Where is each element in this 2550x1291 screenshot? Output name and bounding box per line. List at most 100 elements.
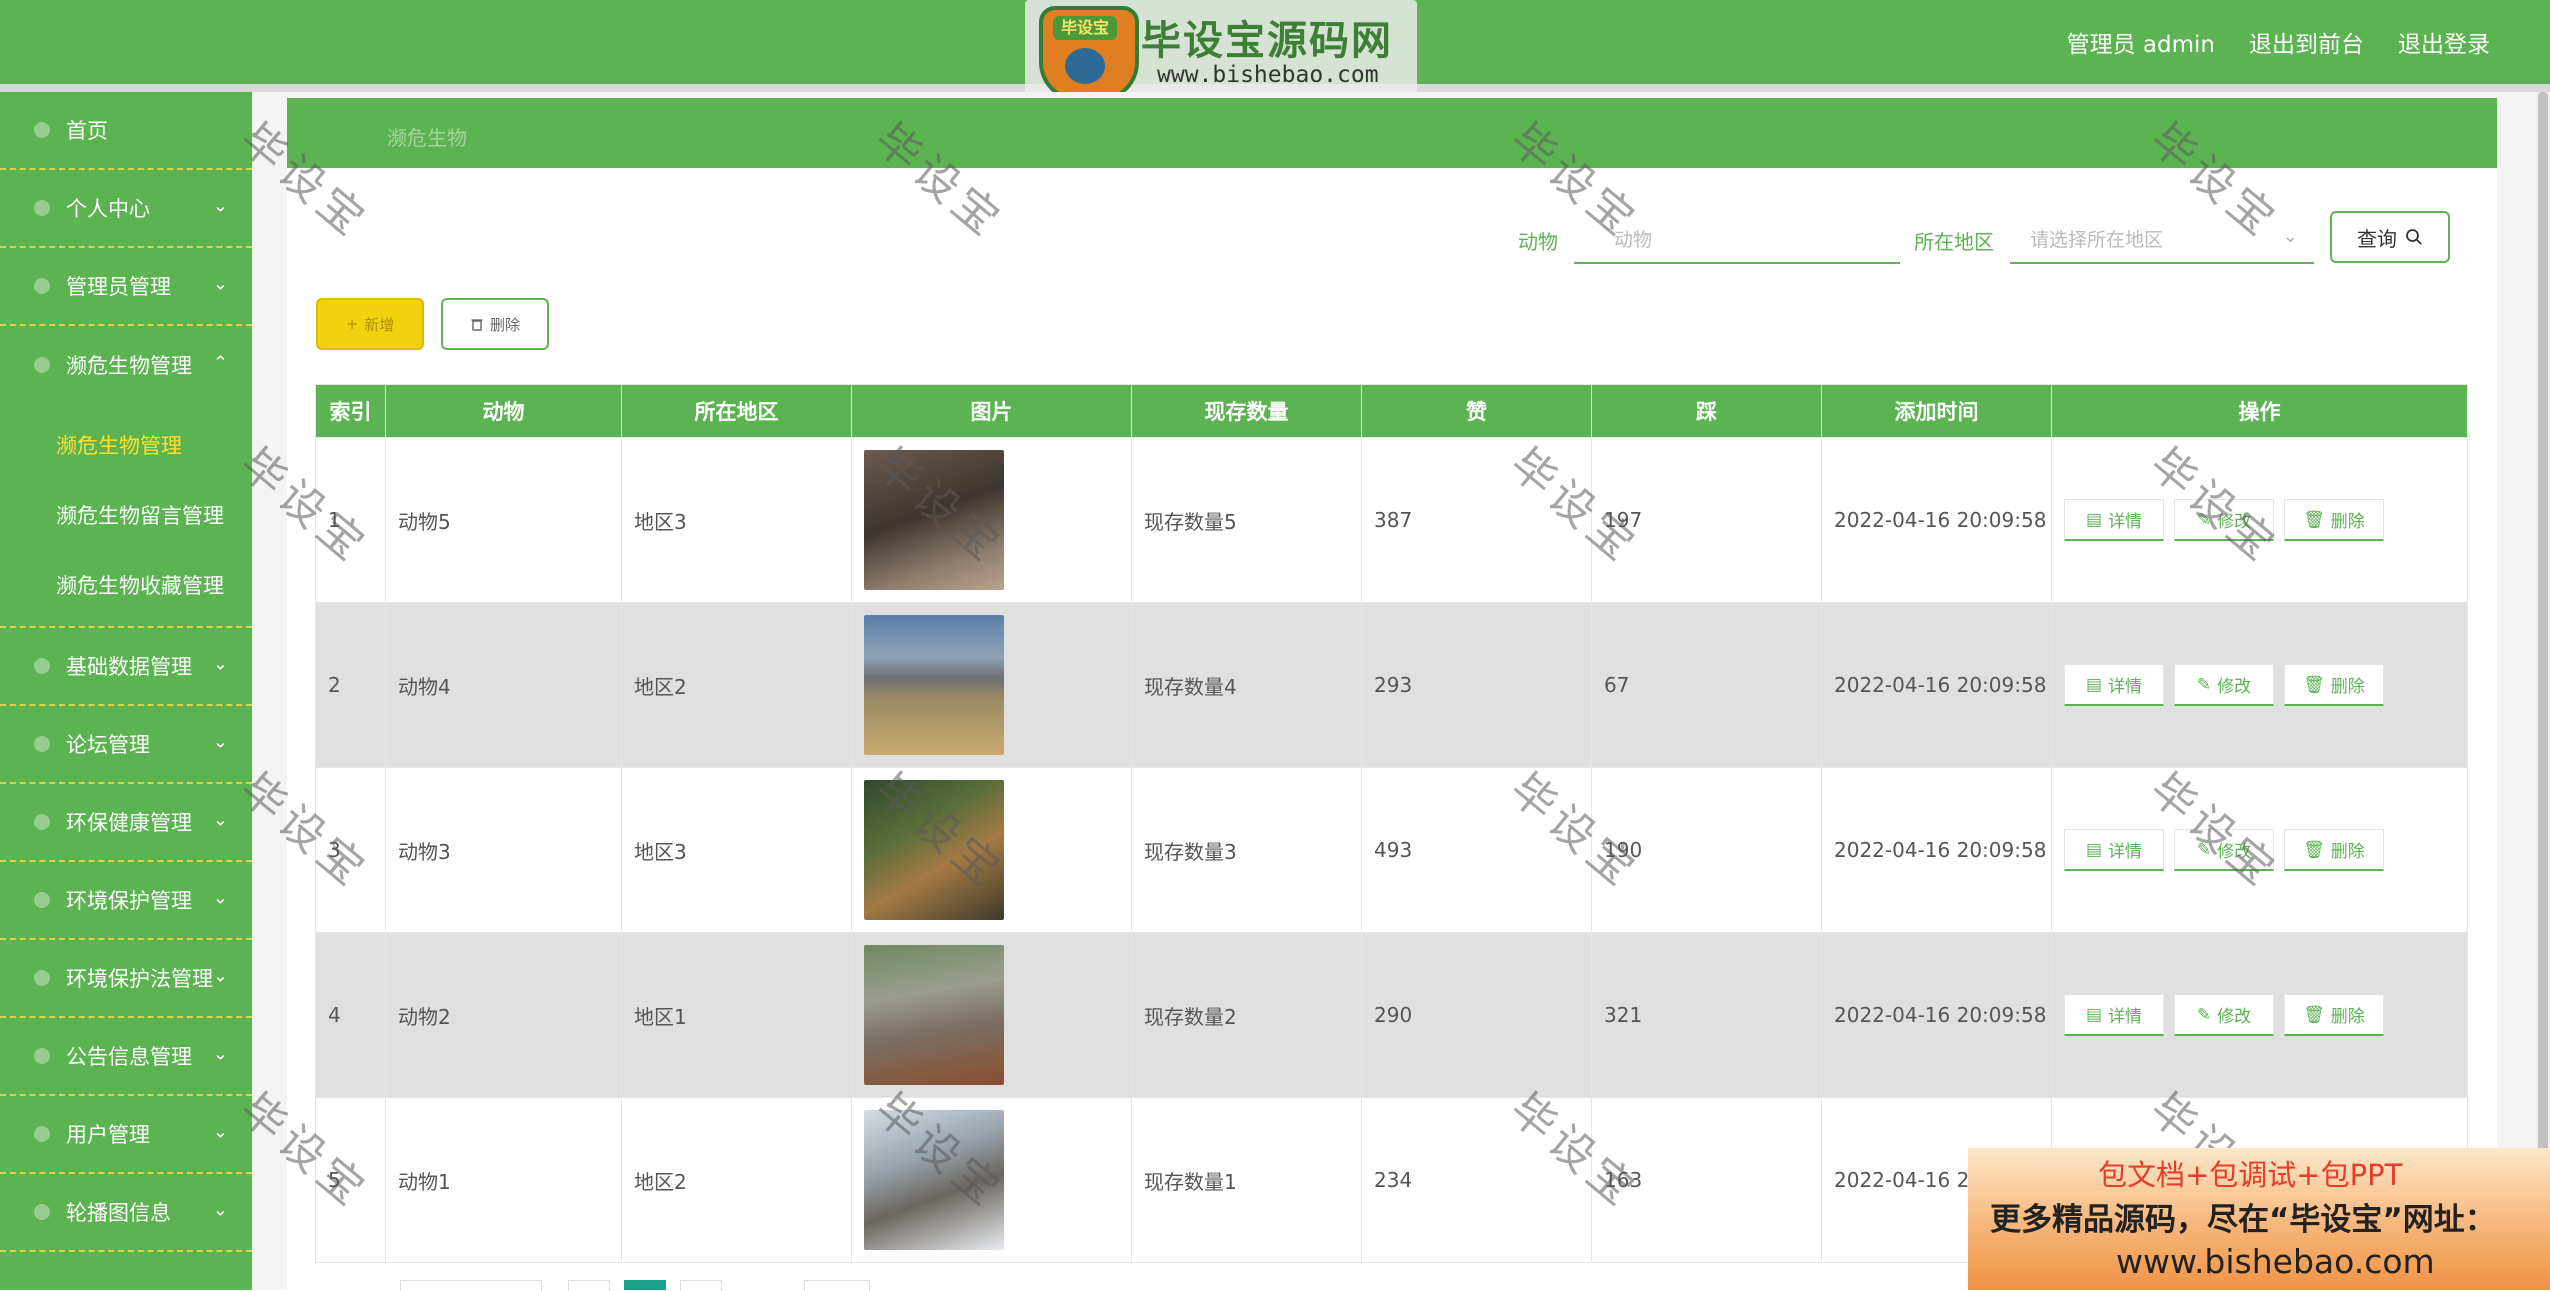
chevron-down-icon: ⌄: [212, 887, 228, 909]
pencil-icon: ✎: [2196, 1004, 2212, 1025]
animal-photo[interactable]: [864, 1110, 1004, 1250]
row-count: 现存数量3: [1131, 767, 1362, 933]
chevron-up-icon: ⌃: [212, 352, 228, 374]
sidebar-item-label: 管理员管理: [66, 275, 171, 299]
promo-line-1: 包文档+包调试+包PPT: [2098, 1158, 2403, 1192]
column-header: 动物: [385, 384, 622, 438]
health-icon: [34, 814, 50, 830]
sidebar-item-env-law[interactable]: 环境保护法管理 ⌄: [0, 940, 252, 1018]
detail-label: 详情: [2108, 512, 2143, 532]
query-button[interactable]: 查询: [2330, 211, 2450, 263]
delete-label: 删除: [2330, 677, 2365, 697]
breadcrumb-current: 濒危生物: [387, 126, 467, 150]
add-button[interactable]: + 新增: [316, 298, 424, 350]
user-icon: [34, 200, 50, 216]
detail-button[interactable]: ▤详情: [2064, 499, 2164, 541]
animal-photo[interactable]: [864, 945, 1004, 1085]
submenu-endangered: 濒危生物管理 濒危生物留言管理 濒危生物收藏管理: [0, 404, 252, 628]
sidebar-item-eco-health[interactable]: 环保健康管理 ⌄: [0, 784, 252, 862]
search-icon: [2406, 229, 2422, 245]
submenu-item-endangered[interactable]: 濒危生物管理: [0, 410, 252, 480]
next-page-button[interactable]: [680, 1280, 722, 1291]
logout-link[interactable]: 退出登录: [2398, 25, 2490, 59]
edit-button[interactable]: ✎修改: [2174, 664, 2274, 706]
scrollbar-thumb[interactable]: [2538, 92, 2548, 1282]
sidebar-item-users[interactable]: 用户管理 ⌄: [0, 1096, 252, 1174]
animal-photo[interactable]: [864, 450, 1004, 590]
sidebar-item-carousel[interactable]: 轮播图信息 ⌄: [0, 1174, 252, 1252]
batch-delete-label: 删除: [489, 315, 520, 334]
column-header: 图片: [851, 384, 1132, 438]
row-region: 地区1: [621, 932, 852, 1098]
row-likes: 234: [1361, 1097, 1592, 1263]
detail-button[interactable]: ▤详情: [2064, 994, 2164, 1036]
exit-to-front-link[interactable]: 退出到前台: [2249, 25, 2364, 59]
delete-button[interactable]: 🗑删除: [2284, 829, 2384, 871]
sidebar-item-home[interactable]: 首页: [0, 92, 252, 170]
detail-button[interactable]: ▤详情: [2064, 829, 2164, 871]
column-header: 现存数量: [1131, 384, 1362, 438]
edit-label: 修改: [2217, 677, 2252, 697]
carousel-icon: [34, 1204, 50, 1220]
query-button-label: 查询: [2357, 226, 2397, 251]
document-icon: ▤: [2085, 839, 2103, 860]
region-select[interactable]: 请选择所在地区 ⌄: [2010, 214, 2314, 264]
detail-button[interactable]: ▤详情: [2064, 664, 2164, 706]
row-index: 2: [315, 602, 386, 768]
table-row: 1 动物5 地区3 现存数量5 387 197 2022-04-16 20:09…: [315, 437, 2468, 603]
sidebar-item-personal-center[interactable]: 个人中心 ⌄: [0, 170, 252, 248]
row-dislikes: 163: [1591, 1097, 1822, 1263]
row-time: 2022-04-16 20:09:58: [1821, 602, 2052, 768]
edit-button[interactable]: ✎修改: [2174, 829, 2274, 871]
row-image-cell: [851, 932, 1132, 1098]
plus-icon: +: [345, 315, 359, 333]
row-count: 现存数量2: [1131, 932, 1362, 1098]
row-region: 地区2: [621, 1097, 852, 1263]
delete-button[interactable]: 🗑删除: [2284, 664, 2384, 706]
row-ops: ▤详情 ✎修改 🗑删除: [2051, 767, 2468, 933]
animal-photo[interactable]: [864, 780, 1004, 920]
sidebar-item-label: 环保健康管理: [66, 811, 192, 835]
sidebar-item-admin-manage[interactable]: 管理员管理 ⌄: [0, 248, 252, 326]
animal-search-label: 动物: [1518, 230, 1558, 254]
promo-banner[interactable]: 包文档+包调试+包PPT 更多精品源码，尽在“毕设宝”网址： www.bishe…: [1968, 1148, 2550, 1290]
edit-button[interactable]: ✎修改: [2174, 994, 2274, 1036]
logo-url: www.bishebao.com: [1157, 62, 1379, 88]
batch-delete-button[interactable]: 删除: [441, 298, 549, 350]
logo-mascot-icon: [1065, 48, 1105, 84]
edit-button[interactable]: ✎修改: [2174, 499, 2274, 541]
page-number-active[interactable]: [624, 1280, 666, 1290]
pencil-icon: ✎: [2196, 839, 2212, 860]
sidebar-item-base-data[interactable]: 基础数据管理 ⌄: [0, 628, 252, 706]
row-count: 现存数量4: [1131, 602, 1362, 768]
row-dislikes: 197: [1591, 437, 1822, 603]
chevron-down-icon: ⌄: [212, 273, 228, 295]
sidebar-item-label: 轮播图信息: [66, 1201, 171, 1225]
delete-label: 删除: [2330, 842, 2365, 862]
sidebar-item-endangered-manage[interactable]: 濒危生物管理 ⌃: [0, 326, 252, 404]
animal-photo[interactable]: [864, 615, 1004, 755]
prev-page-button[interactable]: [568, 1280, 610, 1291]
delete-button[interactable]: 🗑删除: [2284, 994, 2384, 1036]
detail-label: 详情: [2108, 842, 2143, 862]
sidebar-item-forum[interactable]: 论坛管理 ⌄: [0, 706, 252, 784]
sidebar-item-env-protect[interactable]: 环境保护管理 ⌄: [0, 862, 252, 940]
page-size-select[interactable]: [400, 1280, 542, 1291]
trash-icon: [471, 319, 483, 331]
trash-icon: 🗑: [2303, 674, 2325, 695]
animal-search-input[interactable]: 动物: [1574, 214, 1900, 264]
row-likes: 290: [1361, 932, 1592, 1098]
row-image-cell: [851, 1097, 1132, 1263]
forum-icon: [34, 736, 50, 752]
row-animal: 动物5: [385, 437, 622, 603]
sidebar-item-notice[interactable]: 公告信息管理 ⌄: [0, 1018, 252, 1096]
submenu-item-endangered-favorites[interactable]: 濒危生物收藏管理: [0, 550, 252, 620]
row-ops: ▤详情 ✎修改 🗑删除: [2051, 932, 2468, 1098]
goto-page-input[interactable]: [804, 1280, 870, 1291]
row-region: 地区2: [621, 602, 852, 768]
delete-button[interactable]: 🗑删除: [2284, 499, 2384, 541]
pencil-icon: ✎: [2196, 509, 2212, 530]
table-row: 4 动物2 地区1 现存数量2 290 321 2022-04-16 20:09…: [315, 932, 2468, 1098]
submenu-item-endangered-messages[interactable]: 濒危生物留言管理: [0, 480, 252, 550]
row-index: 1: [315, 437, 386, 603]
